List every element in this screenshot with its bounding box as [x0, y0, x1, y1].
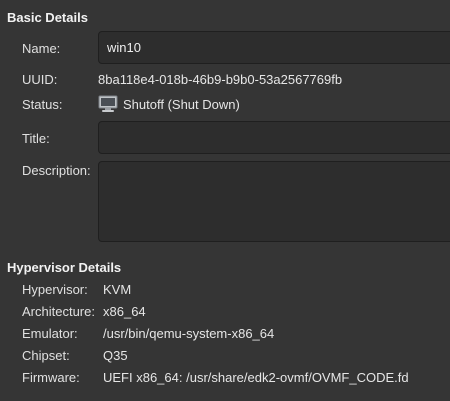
firmware-label: Firmware:: [22, 370, 80, 385]
architecture-label: Architecture:: [22, 304, 95, 319]
vm-details-panel: Basic Details Name: win10 UUID: 8ba118e4…: [0, 0, 450, 401]
name-label: Name:: [22, 41, 61, 56]
title-input[interactable]: [98, 121, 450, 154]
chipset-value: Q35: [103, 348, 128, 363]
architecture-value: x86_64: [103, 304, 146, 319]
emulator-label: Emulator:: [22, 326, 78, 341]
status-value: Shutoff (Shut Down): [123, 97, 240, 112]
hypervisor-label: Hypervisor:: [22, 282, 88, 297]
basic-details-heading: Basic Details: [7, 10, 88, 25]
hypervisor-value: KVM: [103, 282, 132, 297]
chipset-label: Chipset:: [22, 348, 70, 363]
title-label: Title:: [22, 131, 50, 146]
firmware-value: UEFI x86_64: /usr/share/edk2-ovmf/OVMF_C…: [103, 370, 409, 385]
name-input-value: win10: [107, 40, 141, 55]
uuid-value: 8ba118e4-018b-46b9-b9b0-53a2567769fb: [98, 72, 343, 87]
status-label: Status:: [22, 97, 63, 112]
name-input[interactable]: win10: [98, 31, 450, 64]
monitor-icon: [98, 95, 118, 112]
uuid-label: UUID:: [22, 72, 58, 87]
hypervisor-details-heading: Hypervisor Details: [7, 260, 122, 275]
description-textarea[interactable]: [98, 161, 450, 242]
emulator-value: /usr/bin/qemu-system-x86_64: [103, 326, 275, 341]
description-label: Description:: [22, 163, 91, 178]
